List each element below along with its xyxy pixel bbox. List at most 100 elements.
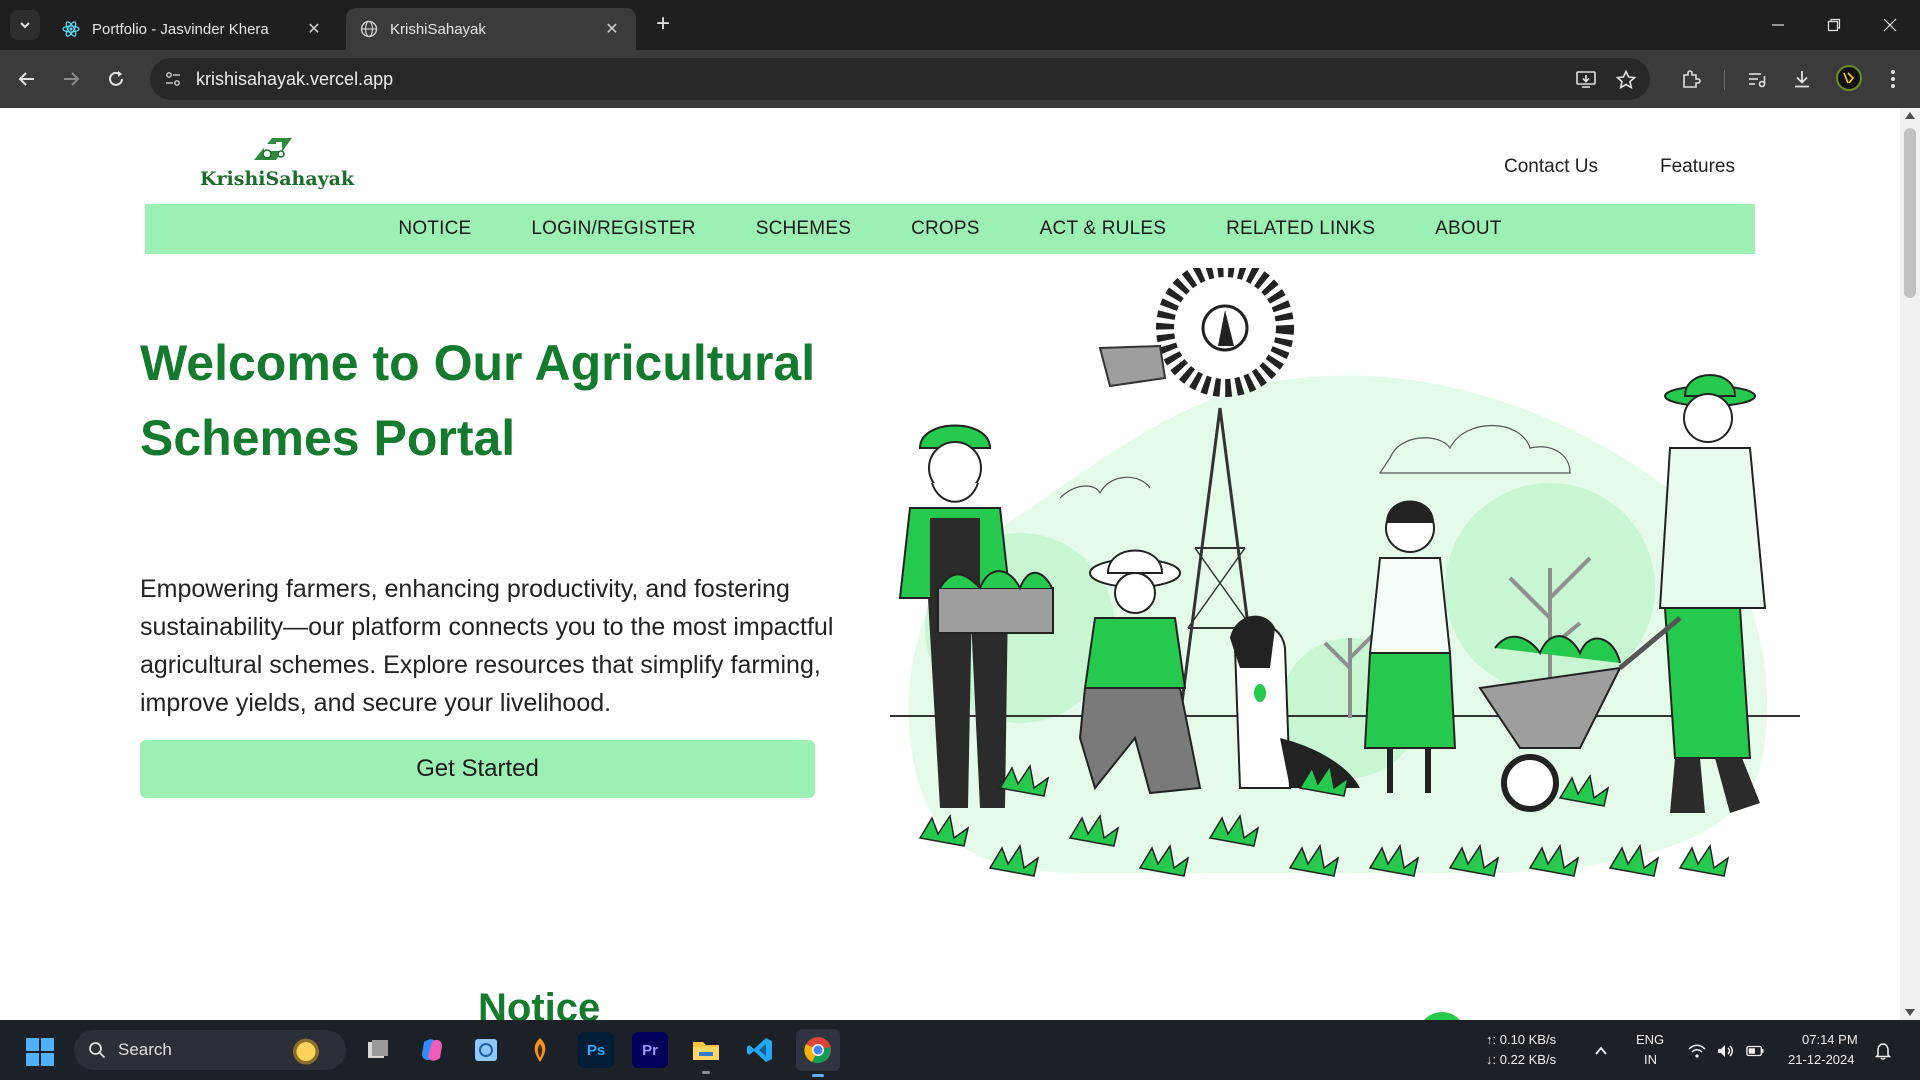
taskbar-app-premiere-pro[interactable]: Pr [632,1032,668,1068]
reload-button[interactable] [101,64,131,94]
media-controls-icon[interactable] [1744,66,1770,92]
photos-icon [475,1039,497,1061]
close-icon[interactable]: ✕ [602,19,622,39]
nav-item-related-links[interactable]: RELATED LINKS [1196,218,1405,240]
scroll-up-arrow-icon[interactable] [1905,112,1915,119]
chevron-down-icon [20,22,30,29]
tab-krishisahayak[interactable]: KrishiSahayak ✕ [346,8,636,50]
contact-us-link[interactable]: Contact Us [1504,156,1598,178]
url-text[interactable]: krishisahayak.vercel.app [196,69,393,90]
taskbar-app-photos[interactable] [468,1032,504,1068]
taskbar-search[interactable]: Search [74,1030,346,1070]
clock-date[interactable]: 21-12-2024 [1788,1052,1855,1067]
features-link[interactable]: Features [1660,156,1735,178]
nav-item-about[interactable]: ABOUT [1405,218,1531,240]
windows-logo-icon [41,1038,54,1051]
minimize-button[interactable] [1758,10,1798,40]
notice-section-title: Notice [478,986,601,1020]
minimize-icon [1772,24,1784,26]
site-logo[interactable]: KrishiSahayak [200,134,354,198]
network-download-speed: ↓: 0.22 KB/s [1486,1052,1557,1067]
nav-item-notice[interactable]: NOTICE [368,218,501,240]
globe-icon [360,20,378,38]
photoshop-icon: Ps [586,1041,606,1059]
tractor-logo-icon [254,138,292,160]
scrollbar-thumb[interactable] [1904,128,1916,298]
close-icon[interactable]: ✕ [304,19,324,39]
browser-tab-bar: Portfolio - Jasvinder Khera ✕ KrishiSaha… [0,0,1920,50]
get-started-button[interactable]: Get Started [140,740,815,798]
back-button[interactable] [12,64,42,94]
farming-illustration [890,268,1800,877]
close-icon [1883,18,1897,32]
bookmark-star-icon[interactable] [1614,68,1638,92]
volume-icon[interactable] [1716,1042,1734,1060]
network-upload-speed: ↑: 0.10 KB/s [1486,1032,1557,1047]
show-hidden-icons-chevron-icon[interactable] [1592,1042,1610,1060]
search-icon [86,1039,108,1061]
fl-studio-icon [534,1038,546,1062]
nav-item-act-rules[interactable]: ACT & RULES [1010,218,1196,240]
profile-avatar-icon [1843,72,1855,84]
site-info-icon[interactable] [162,68,184,90]
new-tab-button[interactable]: + [650,12,676,38]
restore-icon [1827,18,1841,32]
app-running-indicator [702,1071,710,1074]
extensions-icon[interactable] [1678,66,1704,92]
download-icon[interactable] [1789,66,1815,92]
arrow-left-icon [18,72,34,86]
taskbar-app-chrome[interactable] [796,1029,840,1077]
search-highlight-icon [286,1034,326,1066]
toolbar-divider [1724,70,1725,90]
tab-portfolio[interactable]: Portfolio - Jasvinder Khera ✕ [48,8,338,50]
battery-icon[interactable] [1746,1042,1764,1060]
nav-item-schemes[interactable]: SCHEMES [726,218,881,240]
taskbar-app-vscode[interactable] [742,1032,778,1068]
reload-icon [109,71,123,86]
address-bar[interactable]: krishisahayak.vercel.app [150,58,1650,100]
copilot-icon [422,1039,442,1061]
tab-title: Portfolio - Jasvinder Khera [92,20,269,38]
windows-logo-icon [26,1038,39,1051]
start-button[interactable] [26,1038,54,1066]
restore-button[interactable] [1814,10,1854,40]
folder-icon [693,1042,719,1060]
windows-taskbar: Search Ps Pr ↑: 0.10 KB/s ↓: 0.22 KB/s E… [0,1020,1920,1080]
taskbar-app-file-explorer[interactable] [688,1032,724,1074]
more-menu-icon[interactable] [1880,66,1906,92]
nav-item-login-register[interactable]: LOGIN/REGISTER [501,218,725,240]
windows-logo-icon [26,1053,39,1066]
hero-description: Empowering farmers, enhancing productivi… [140,575,834,717]
taskbar-app-photoshop[interactable]: Ps [578,1032,614,1068]
language-region[interactable]: IN [1644,1052,1657,1067]
taskbar-app-fl-studio[interactable] [522,1032,558,1068]
react-icon [62,20,80,38]
page-scrollbar[interactable] [1900,108,1920,1020]
nav-item-crops[interactable]: CROPS [881,218,1010,240]
taskbar-app-copilot[interactable] [414,1032,450,1068]
forward-button[interactable] [56,64,86,94]
clock-time[interactable]: 07:14 PM [1802,1032,1858,1047]
windows-logo-icon [41,1053,54,1066]
notification-bell-icon[interactable] [1874,1042,1892,1060]
language-code[interactable]: ENG [1636,1032,1664,1047]
wifi-icon[interactable] [1688,1042,1706,1060]
close-window-button[interactable] [1870,10,1910,40]
hero-title: Welcome to Our Agricultural Schemes Port… [140,335,816,466]
chrome-icon [804,1037,831,1064]
vscode-icon [747,1038,772,1062]
scroll-down-arrow-icon[interactable] [1905,1009,1915,1016]
app-active-indicator [812,1074,824,1077]
browser-toolbar: krishisahayak.vercel.app [0,50,1920,108]
premiere-pro-icon: Pr [642,1041,658,1059]
floating-action-button[interactable] [1418,1012,1466,1020]
page-viewport: KrishiSahayak Contact Us Features NOTICE… [0,108,1900,1020]
taskbar-app-task-view[interactable] [360,1032,396,1068]
install-app-icon[interactable] [1574,68,1598,92]
main-navigation: NOTICE LOGIN/REGISTER SCHEMES CROPS ACT … [145,204,1755,254]
logo-text: KrishiSahayak [200,168,355,190]
tab-title: KrishiSahayak [390,20,486,38]
task-view-icon [368,1040,388,1058]
profile-avatar[interactable] [1836,65,1862,91]
tab-search-button[interactable] [10,10,40,40]
